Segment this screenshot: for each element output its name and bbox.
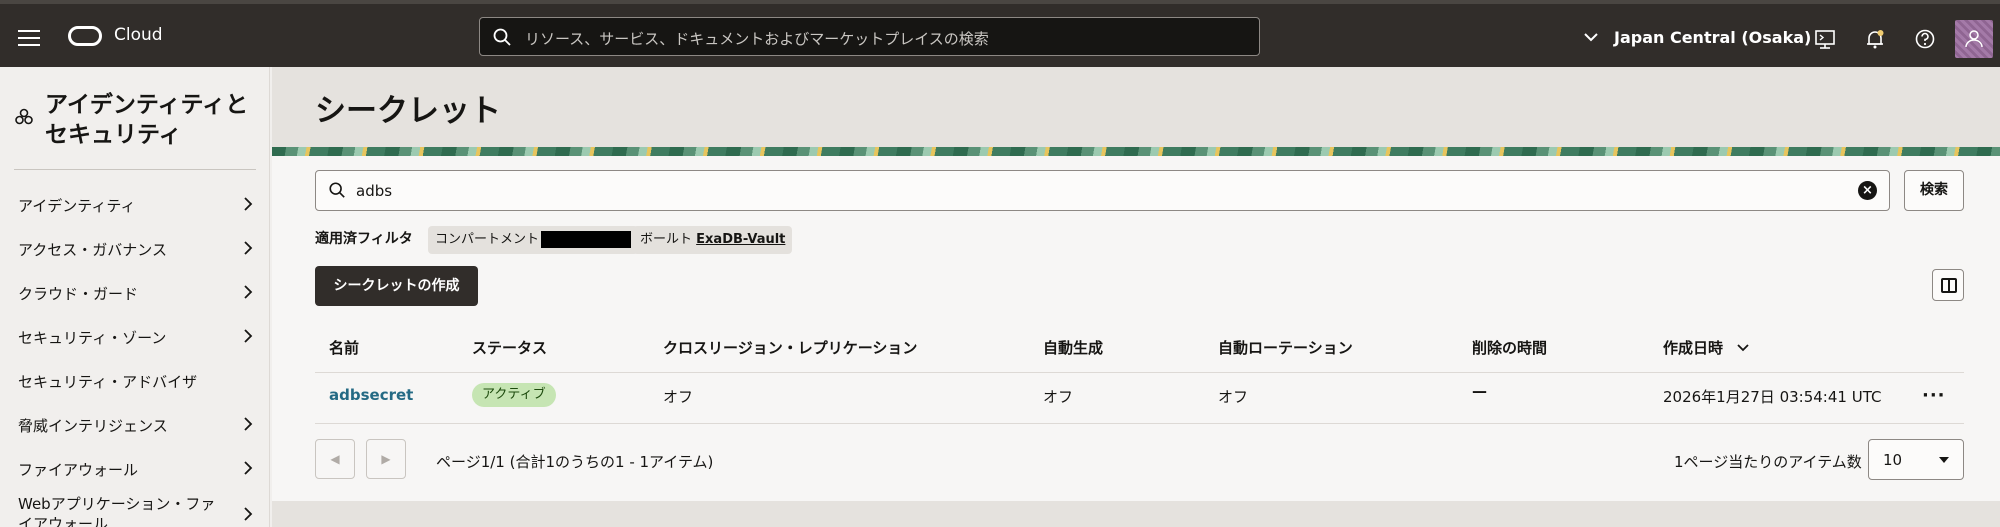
applied-filters-label: 適用済フィルタ	[315, 231, 413, 247]
menu-icon[interactable]	[18, 30, 40, 46]
previous-page-button[interactable]: ◀	[315, 439, 355, 479]
chevron-right-icon	[244, 285, 253, 299]
filter-chip-label: ボールト	[640, 232, 693, 247]
brand-label[interactable]: Cloud	[114, 25, 163, 45]
sidebar-item-cloud-guard[interactable]: クラウド・ガード	[18, 283, 253, 304]
chevron-right-icon	[244, 197, 253, 211]
bell-icon[interactable]	[1864, 28, 1886, 50]
top-header: Cloud リソース、サービス、ドキュメントおよびマーケットプレイスの検索 Ja…	[0, 0, 2000, 67]
chevron-right-icon	[244, 241, 253, 255]
column-header-name[interactable]: 名前	[329, 337, 359, 358]
sidebar-item-label: セキュリティ・ゾーン	[18, 329, 167, 347]
clear-icon[interactable]: ×	[1858, 181, 1877, 200]
column-header-deletion-time[interactable]: 削除の時間	[1472, 337, 1547, 358]
filter-chip-value[interactable]: ExaDB-Vault	[696, 232, 785, 247]
cloud-shell-icon[interactable]	[1814, 28, 1836, 50]
filter-chip-compartment[interactable]: コンパートメント	[428, 226, 639, 254]
sidebar-item-label: セキュリティ・アドバイザ	[18, 373, 198, 391]
created-cell: 2026年1月27日 03:54:41 UTC	[1663, 388, 1882, 406]
column-layout-button[interactable]	[1932, 269, 1964, 301]
column-header-auto-generation[interactable]: 自動生成	[1043, 337, 1103, 358]
table-divider	[315, 372, 1964, 373]
status-badge: アクティブ	[472, 383, 556, 407]
sidebar-item-security-advisor[interactable]: セキュリティ・アドバイザ	[18, 371, 253, 392]
sidebar-item-identity[interactable]: アイデンティティ	[18, 195, 253, 216]
sidebar-item-security-zones[interactable]: セキュリティ・ゾーン	[18, 327, 253, 348]
table-divider	[315, 423, 1964, 424]
search-placeholder: リソース、サービス、ドキュメントおよびマーケットプレイスの検索	[525, 30, 989, 48]
filter-chip-label: コンパートメント	[435, 232, 540, 247]
secret-name-link[interactable]: adbsecret	[329, 386, 413, 404]
sidebar-item-label: 脅威インテリジェンス	[18, 417, 168, 435]
region-selector[interactable]: Japan Central (Osaka)	[1614, 28, 1811, 47]
items-per-page-label: 1ページ当たりのアイテム数	[1674, 453, 1862, 471]
sidebar-item-label: アクセス・ガバナンス	[18, 241, 167, 259]
columns-icon	[1941, 278, 1957, 293]
page-footer-strip	[272, 501, 2000, 527]
redacted-value	[541, 231, 632, 248]
sidebar-item-firewall[interactable]: ファイアウォール	[18, 459, 253, 480]
column-header-created[interactable]: 作成日時	[1663, 337, 1723, 358]
help-icon[interactable]	[1914, 28, 1936, 50]
replication-cell: オフ	[663, 388, 694, 406]
sidebar-title: アイデンティティとセキュリティ	[45, 92, 249, 148]
user-icon	[1965, 30, 1983, 48]
deletion-time-cell: —	[1472, 382, 1487, 400]
sidebar-item-label: ファイアウォール	[18, 461, 139, 479]
auto-rotation-cell: オフ	[1218, 388, 1249, 406]
column-header-replication[interactable]: クロスリージョン・レプリケーション	[663, 337, 917, 358]
secret-search-input[interactable]: adbs ×	[315, 170, 1890, 211]
search-button[interactable]: 検索	[1904, 170, 1964, 211]
column-header-auto-rotation[interactable]: 自動ローテーション	[1218, 337, 1353, 358]
sidebar-divider	[14, 169, 256, 170]
sidebar-item-threat-intelligence[interactable]: 脅威インテリジェンス	[18, 415, 253, 436]
create-secret-button[interactable]: シークレットの作成	[315, 266, 478, 306]
sidebar-item-waf[interactable]: Webアプリケーション・ファイアウォール	[18, 494, 253, 527]
row-actions-icon[interactable]: ···	[1922, 385, 1946, 406]
profile-avatar[interactable]	[1955, 20, 1993, 58]
items-per-page-value: 10	[1883, 451, 1903, 469]
chevron-right-icon	[244, 461, 253, 475]
sort-descending-icon[interactable]	[1737, 343, 1749, 352]
search-value: adbs	[356, 182, 393, 200]
page-header	[272, 67, 2000, 147]
auto-generation-cell: オフ	[1043, 388, 1074, 406]
chevron-down-icon[interactable]	[1584, 32, 1598, 42]
search-icon	[493, 28, 511, 46]
pagination-summary: ページ1/1 (合計1のうちの1 - 1アイテム)	[436, 453, 714, 471]
page-title: シークレット	[315, 93, 501, 129]
chevron-right-icon	[244, 417, 253, 431]
items-per-page-select[interactable]: 10	[1868, 439, 1964, 480]
identity-security-icon	[15, 108, 33, 125]
oracle-logo-icon[interactable]	[68, 26, 102, 46]
sidebar-item-label: アイデンティティ	[18, 197, 136, 215]
caret-down-icon	[1939, 457, 1949, 463]
chevron-right-icon	[244, 507, 253, 521]
sidebar-item-label: クラウド・ガード	[18, 285, 139, 303]
decorative-banner	[272, 147, 2000, 156]
search-icon	[329, 182, 345, 198]
sidebar-item-label: Webアプリケーション・ファイアウォール	[18, 495, 216, 527]
sidebar: アイデンティティとセキュリティ アイデンティティ アクセス・ガバナンス クラウド…	[0, 67, 270, 527]
next-page-button[interactable]: ▶	[366, 439, 406, 479]
filter-chip-vault[interactable]: ボールト ExaDB-Vault	[633, 226, 793, 254]
sidebar-item-access-governance[interactable]: アクセス・ガバナンス	[18, 239, 253, 260]
chevron-right-icon	[244, 329, 253, 343]
global-search-input[interactable]: リソース、サービス、ドキュメントおよびマーケットプレイスの検索	[479, 17, 1260, 56]
column-header-status[interactable]: ステータス	[472, 337, 547, 358]
